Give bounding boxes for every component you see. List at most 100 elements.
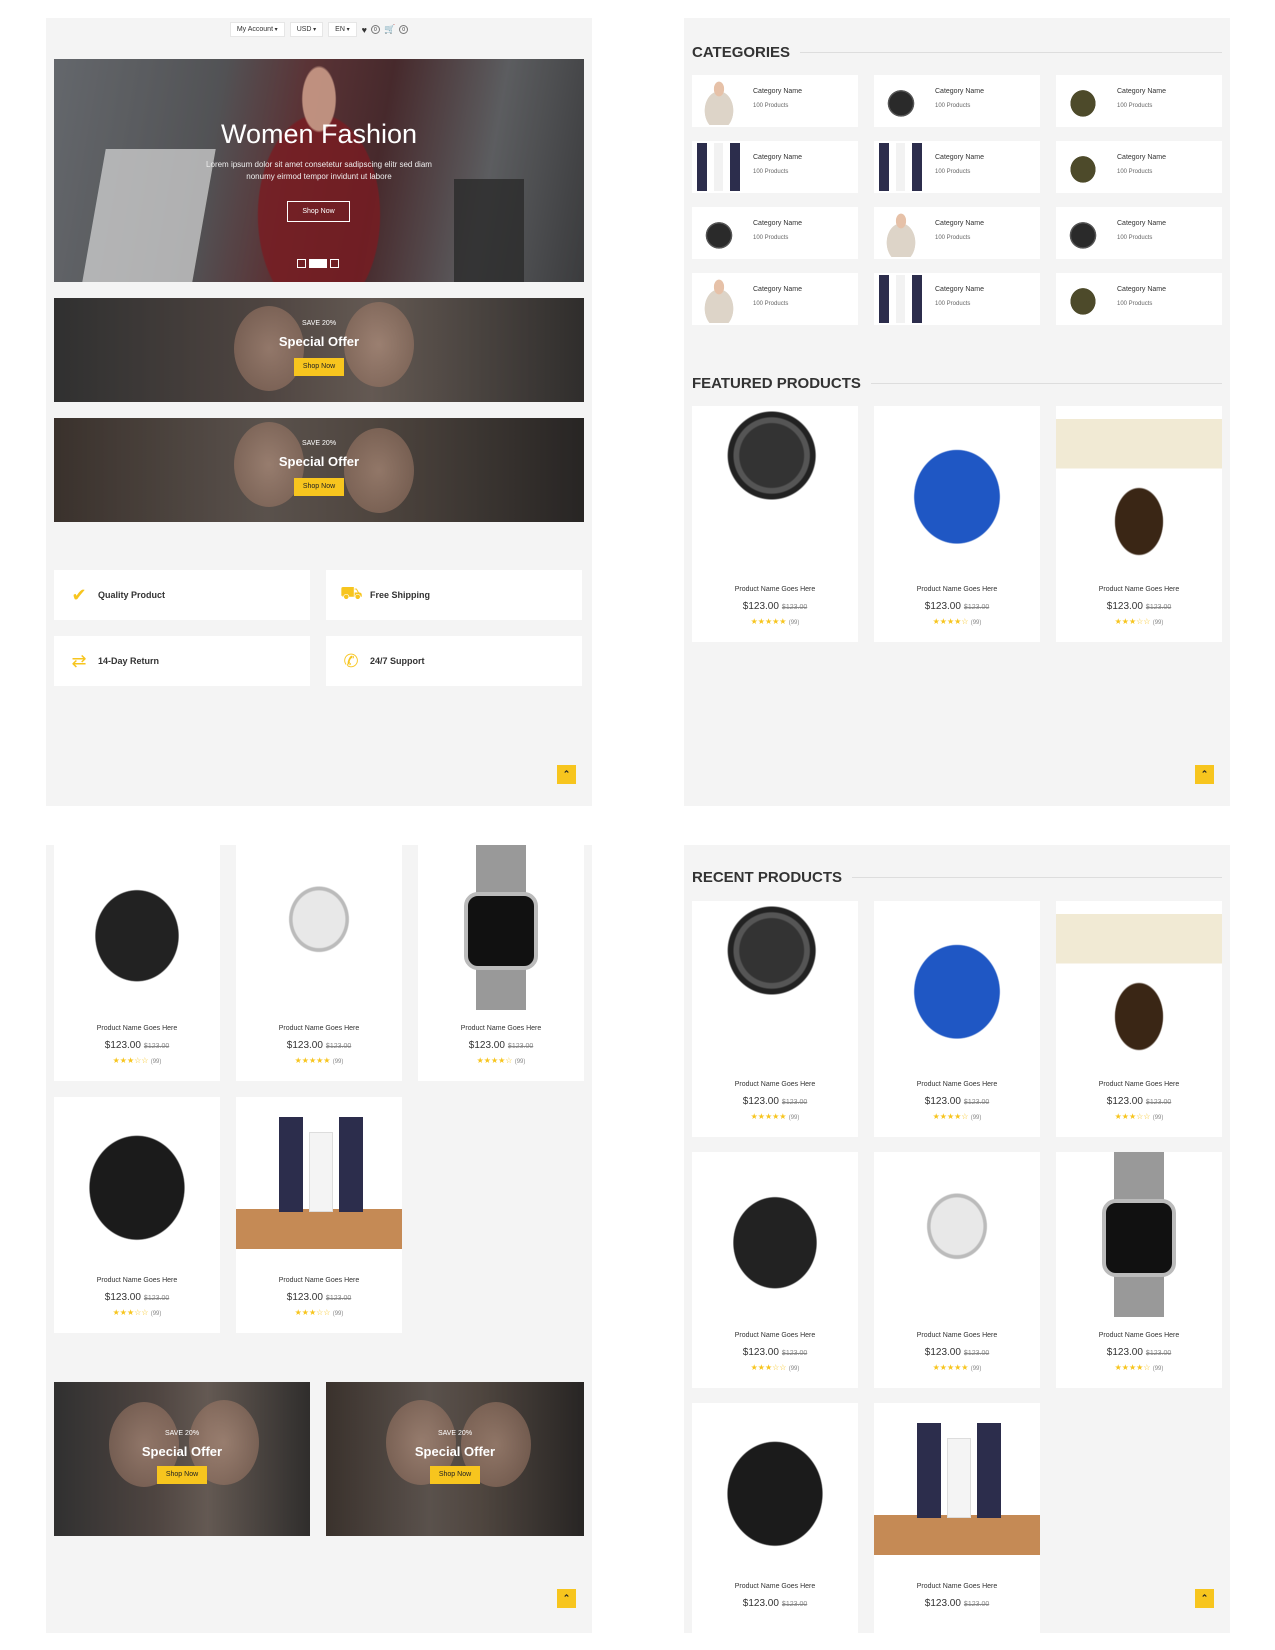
product-card[interactable]: Product Name Goes Here $123.00 $123.00 ★★… [1056, 1152, 1222, 1388]
category-card[interactable]: Category Name 100 Products [692, 75, 858, 127]
product-name[interactable]: Product Name Goes Here [692, 1081, 858, 1088]
category-name[interactable]: Category Name [1117, 220, 1166, 227]
category-name[interactable]: Category Name [753, 154, 802, 161]
cart-icon[interactable]: 🛒 [384, 24, 395, 35]
category-card[interactable]: Category Name 100 Products [874, 141, 1040, 193]
category-thumbnail[interactable] [694, 275, 744, 323]
category-card[interactable]: Category Name 100 Products [874, 75, 1040, 127]
back-to-top-button[interactable]: ⌃ [1195, 1589, 1214, 1608]
category-card[interactable]: Category Name 100 Products [692, 273, 858, 325]
product-image-watch[interactable] [1056, 1152, 1222, 1317]
back-to-top-button[interactable]: ⌃ [557, 765, 576, 784]
offer-banner-3[interactable]: SAVE 20% Special Offer Shop Now [54, 1382, 310, 1536]
product-name[interactable]: Product Name Goes Here [418, 1025, 584, 1032]
product-image-drone[interactable] [236, 845, 402, 1010]
product-image-watch[interactable] [418, 845, 584, 1010]
language-dropdown[interactable]: EN [328, 22, 357, 37]
product-name[interactable]: Product Name Goes Here [692, 1332, 858, 1339]
offer-banner-4[interactable]: SAVE 20% Special Offer Shop Now [326, 1382, 584, 1536]
product-card[interactable]: Product Name Goes Here $123.00 $123.00 ★★… [874, 406, 1040, 642]
category-name[interactable]: Category Name [935, 154, 984, 161]
product-name[interactable]: Product Name Goes Here [1056, 586, 1222, 593]
category-card[interactable]: Category Name 100 Products [1056, 273, 1222, 325]
hero-shop-now-button[interactable]: Shop Now [287, 201, 350, 222]
category-card[interactable]: Category Name 100 Products [1056, 75, 1222, 127]
category-thumbnail[interactable] [1058, 77, 1108, 125]
product-image-drone[interactable] [874, 1152, 1040, 1317]
category-thumbnail[interactable] [876, 77, 926, 125]
category-card[interactable]: Category Name 100 Products [874, 273, 1040, 325]
offer-banner-1[interactable]: SAVE 20% Special Offer Shop Now [54, 298, 584, 402]
category-thumbnail[interactable] [1058, 143, 1108, 191]
category-thumbnail[interactable] [694, 77, 744, 125]
product-card[interactable]: Product Name Goes Here $123.00 $123.00 ★★… [692, 1152, 858, 1388]
category-name[interactable]: Category Name [935, 88, 984, 95]
product-image-sweater[interactable] [874, 406, 1040, 571]
category-thumbnail[interactable] [1058, 275, 1108, 323]
product-card[interactable]: Product Name Goes Here $123.00 $123.00 ★★… [874, 1152, 1040, 1388]
product-card[interactable]: Product Name Goes Here $123.00 $123.00 ★★… [54, 845, 220, 1081]
offer-banner-2[interactable]: SAVE 20% Special Offer Shop Now [54, 418, 584, 522]
back-to-top-button[interactable]: ⌃ [557, 1589, 576, 1608]
product-card[interactable]: Product Name Goes Here $123.00 $123.00 ★★… [874, 901, 1040, 1137]
product-name[interactable]: Product Name Goes Here [874, 1332, 1040, 1339]
product-name[interactable]: Product Name Goes Here [54, 1025, 220, 1032]
product-image-cosmetics[interactable] [874, 1403, 1040, 1568]
category-thumbnail[interactable] [694, 209, 744, 257]
category-card[interactable]: Category Name 100 Products [692, 207, 858, 259]
category-name[interactable]: Category Name [753, 220, 802, 227]
product-card[interactable]: Product Name Goes Here $123.00 $123.00 ★★… [54, 1097, 220, 1333]
offer-shop-now-button[interactable]: Shop Now [294, 478, 344, 496]
product-name[interactable]: Product Name Goes Here [1056, 1332, 1222, 1339]
product-image-shoe[interactable] [692, 1152, 858, 1317]
category-thumbnail[interactable] [1058, 209, 1108, 257]
back-to-top-button[interactable]: ⌃ [1195, 765, 1214, 784]
carousel-dot[interactable] [297, 259, 306, 268]
product-card[interactable]: Product Name Goes Here $123.00 $123.00 ★★… [692, 406, 858, 642]
product-card[interactable]: Product Name Goes Here $123.00 $123.00 ★★… [236, 845, 402, 1081]
heart-icon[interactable]: ♥ [362, 25, 367, 35]
product-image-camera[interactable] [692, 406, 858, 571]
carousel-dot-active[interactable] [309, 259, 327, 268]
product-image-sweater[interactable] [874, 901, 1040, 1066]
product-name[interactable]: Product Name Goes Here [874, 586, 1040, 593]
category-name[interactable]: Category Name [935, 220, 984, 227]
category-card[interactable]: Category Name 100 Products [874, 207, 1040, 259]
category-thumbnail[interactable] [876, 275, 926, 323]
product-card[interactable]: Product Name Goes Here $123.00 $123.00 ★★… [418, 845, 584, 1081]
category-thumbnail[interactable] [876, 209, 926, 257]
product-image-blouse[interactable] [54, 1097, 220, 1262]
category-name[interactable]: Category Name [935, 286, 984, 293]
product-card[interactable]: Product Name Goes Here $123.00 $123.00 ★★… [692, 901, 858, 1137]
product-image-shoe[interactable] [54, 845, 220, 1010]
carousel-dot[interactable] [330, 259, 339, 268]
product-card[interactable]: Product Name Goes Here $123.00 $123.00 [692, 1403, 858, 1633]
category-card[interactable]: Category Name 100 Products [1056, 207, 1222, 259]
product-card[interactable]: Product Name Goes Here $123.00 $123.00 ★★… [236, 1097, 402, 1333]
currency-dropdown[interactable]: USD [289, 22, 324, 37]
product-name[interactable]: Product Name Goes Here [1056, 1081, 1222, 1088]
product-image-lamp[interactable] [1056, 901, 1222, 1066]
product-image-blouse[interactable] [692, 1403, 858, 1568]
product-name[interactable]: Product Name Goes Here [236, 1025, 402, 1032]
category-name[interactable]: Category Name [1117, 154, 1166, 161]
category-name[interactable]: Category Name [753, 286, 802, 293]
category-name[interactable]: Category Name [753, 88, 802, 95]
product-name[interactable]: Product Name Goes Here [54, 1277, 220, 1284]
category-card[interactable]: Category Name 100 Products [1056, 141, 1222, 193]
product-card[interactable]: Product Name Goes Here $123.00 $123.00 ★★… [1056, 406, 1222, 642]
offer-shop-now-button[interactable]: Shop Now [294, 358, 344, 376]
product-image-cosmetics[interactable] [236, 1097, 402, 1262]
category-card[interactable]: Category Name 100 Products [692, 141, 858, 193]
product-image-camera[interactable] [692, 901, 858, 1066]
category-name[interactable]: Category Name [1117, 88, 1166, 95]
product-name[interactable]: Product Name Goes Here [236, 1277, 402, 1284]
product-name[interactable]: Product Name Goes Here [692, 1583, 858, 1590]
hero-carousel[interactable]: Women Fashion Lorem ipsum dolor sit amet… [54, 59, 584, 282]
offer-shop-now-button[interactable]: Shop Now [157, 1466, 207, 1484]
category-name[interactable]: Category Name [1117, 286, 1166, 293]
offer-shop-now-button[interactable]: Shop Now [430, 1466, 480, 1484]
category-thumbnail[interactable] [694, 143, 744, 191]
product-card[interactable]: Product Name Goes Here $123.00 $123.00 [874, 1403, 1040, 1633]
product-name[interactable]: Product Name Goes Here [874, 1583, 1040, 1590]
